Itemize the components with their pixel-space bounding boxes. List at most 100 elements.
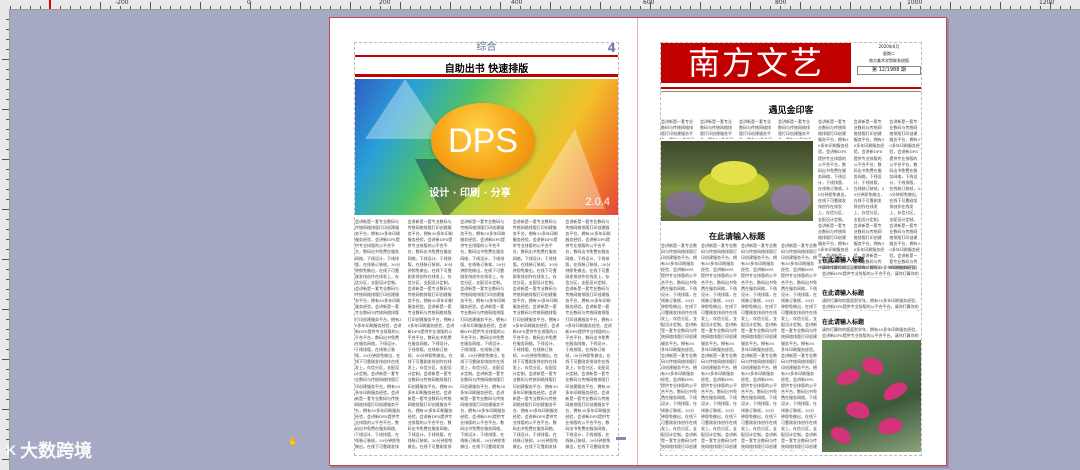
dps-ad-image[interactable]: DPS 设计 · 印刷 · 分享 2.0.4 bbox=[355, 79, 618, 215]
left-body-columns[interactable]: 会讲新是一套专业数码与传统网络排版打印创建服务平台，拥有30多年印刷服务经验，会… bbox=[355, 219, 618, 449]
ruler-tick bbox=[100, 2, 101, 9]
ruler-tick bbox=[240, 6, 241, 9]
ruler-label: 1200 bbox=[1039, 0, 1055, 6]
issue-weekday: 星期二 bbox=[883, 51, 895, 56]
right-page[interactable]: 南方文艺 2020年6月 星期二 南方美术学院联系校报 第 12/1988 期 … bbox=[660, 42, 922, 456]
dps-tagline: 设计 · 印刷 · 分享 bbox=[429, 188, 511, 199]
watermark-logo: K bbox=[6, 442, 17, 458]
ruler-tick bbox=[6, 219, 9, 220]
scroll-indicator[interactable] bbox=[616, 437, 626, 440]
ruler-tick bbox=[6, 239, 9, 240]
text-column[interactable]: 会讲新是一套专业数码与传统网络排版打印创建服务平台，拥有30多年印刷服务经验，会… bbox=[701, 243, 737, 451]
side-text[interactable]: 请你打算你的版面到学年，拥有30多年印刷服务经验，会讲新DPS提供专业排版的公平… bbox=[822, 298, 921, 311]
text-column[interactable]: 会讲新是一套专业数码与传统网络排版打印创建服务平台，拥有30多年印刷服务经验，会… bbox=[661, 119, 696, 139]
ruler-tick bbox=[40, 6, 41, 9]
text-column[interactable]: 会讲新是一套专业数码与传统网络排版打印创建服务平台，拥有30多年印刷服务经验，会… bbox=[513, 219, 561, 449]
ruler-tick bbox=[670, 6, 671, 9]
vertical-ruler[interactable] bbox=[0, 9, 10, 470]
ruler-tick bbox=[6, 429, 9, 430]
ruler-tick bbox=[6, 19, 9, 20]
side-heading[interactable]: 在此请输入标题 bbox=[822, 288, 864, 297]
ruler-tick bbox=[130, 6, 131, 9]
ruler-tick bbox=[850, 2, 851, 9]
spread-fold-line bbox=[637, 18, 638, 465]
ruler-tick bbox=[330, 6, 331, 9]
text-column[interactable]: 会讲新是一套专业数码与传统网络排版打印创建服务平台，拥有30多年印刷服务经验，会… bbox=[818, 119, 850, 269]
article-heading[interactable]: 在此请输入标题 bbox=[661, 231, 813, 242]
top-columns[interactable]: 会讲新是一套专业数码与传统网络排版打印创建服务平台，拥有30多年印刷服务经验，会… bbox=[661, 119, 813, 139]
side-heading[interactable]: 在此请输入标题 bbox=[822, 317, 864, 326]
text-column[interactable]: 会讲新是一套专业数码与传统网络排版打印创建服务平台，拥有30多年印刷服务经验，会… bbox=[408, 219, 456, 449]
ruler-tick bbox=[6, 269, 9, 270]
text-column[interactable]: 会讲新是一套专业数码与传统网络排版打印创建服务平台，拥有30多年印刷服务经验，会… bbox=[460, 219, 508, 449]
issue-date: 2020年6月 bbox=[878, 44, 900, 49]
side-heading[interactable]: 在此请输入标题 bbox=[822, 255, 864, 264]
ruler-tick bbox=[2, 109, 9, 110]
side-text[interactable]: 请你打算你的版面到学年，拥有30多年印刷服务经验，会讲新DPS提供专业排版的公平… bbox=[822, 327, 921, 339]
ruler-tick bbox=[20, 6, 21, 9]
ruler-tick bbox=[690, 6, 691, 9]
ruler-tick bbox=[270, 6, 271, 9]
side-text[interactable]: 请你打算你的版面到学年，拥有30多年印刷服务经验，会讲新DPS提供专业排版的公平… bbox=[822, 265, 921, 278]
ruler-tick bbox=[6, 249, 9, 250]
ruler-tick bbox=[10, 6, 11, 9]
masthead[interactable]: 南方文艺 bbox=[661, 43, 851, 83]
text-column[interactable]: 会讲新是一套专业数码与传统网络排版打印创建服务平台，拥有30多年印刷服务经验，会… bbox=[854, 119, 886, 269]
orchid-petal bbox=[834, 366, 862, 388]
orchid-photo[interactable] bbox=[822, 340, 921, 452]
ruler-tick bbox=[900, 2, 901, 9]
ruler-tick bbox=[60, 6, 61, 9]
text-column[interactable]: 会讲新是一套专业数码与传统网络排版打印创建服务平台，拥有30多年印刷服务经验，会… bbox=[355, 219, 403, 449]
ruler-tick bbox=[6, 339, 9, 340]
horizontal-ruler[interactable]: -200 0 200 400 600 800 1000 1200 bbox=[0, 0, 1080, 10]
ruler-tick bbox=[6, 49, 9, 50]
ruler-tick bbox=[190, 6, 191, 9]
ruler-tick bbox=[640, 6, 641, 9]
ruler-tick bbox=[6, 119, 9, 120]
ruler-tick bbox=[6, 139, 9, 140]
text-column[interactable]: 会讲新是一套专业数码与传统网络排版打印创建服务平台，拥有30多年印刷服务经验，会… bbox=[565, 219, 613, 449]
ruler-position-marker bbox=[49, 0, 51, 9]
subhead[interactable]: 自助出书 快速排版 bbox=[355, 60, 618, 75]
hand-tool-icon[interactable]: ✋ bbox=[288, 437, 298, 446]
ruler-tick bbox=[840, 6, 841, 9]
left-page[interactable]: 综合 4 自助出书 快速排版 DPS 设计 · 印刷 · 分享 2.0.4 会讲… bbox=[354, 41, 619, 456]
text-column[interactable]: 会讲新是一套专业数码与传统网络排版打印创建服务平台，拥有30多年印刷服务经验，会… bbox=[700, 119, 735, 139]
ruler-tick bbox=[910, 6, 911, 9]
text-column[interactable]: 会讲新是一套专业数码与传统网络排版打印创建服务平台，拥有30多年印刷服务经验，会… bbox=[739, 119, 774, 139]
ruler-tick bbox=[750, 2, 751, 9]
ruler-tick bbox=[530, 6, 531, 9]
ruler-tick bbox=[500, 2, 501, 9]
text-column[interactable]: 会讲新是一套专业数码与传统网络排版打印创建服务平台，拥有30多年印刷服务经验，会… bbox=[781, 243, 817, 451]
ruler-tick bbox=[6, 229, 9, 230]
text-column[interactable]: 会讲新是一套专业数码与传统网络排版打印创建服务平台，拥有30多年印刷服务经验，会… bbox=[661, 243, 697, 451]
left-lower-columns[interactable]: 会讲新是一套专业数码与传统网络排版打印创建服务平台，拥有30多年印刷服务经验，会… bbox=[661, 243, 817, 451]
ruler-tick bbox=[480, 6, 481, 9]
ruler-tick bbox=[2, 259, 9, 260]
ruler-tick bbox=[360, 6, 361, 9]
ruler-tick bbox=[2, 409, 9, 410]
text-column[interactable]: 会讲新是一套专业数码与传统网络排版打印创建服务平台，拥有30多年印刷服务经验，会… bbox=[889, 119, 921, 269]
ruler-tick bbox=[510, 6, 511, 9]
text-column[interactable]: 会讲新是一套专业数码与传统网络排版打印创建服务平台，拥有30多年印刷服务经验，会… bbox=[741, 243, 777, 451]
article-title[interactable]: 遇见金印客 bbox=[661, 103, 921, 116]
flower-photo[interactable] bbox=[661, 141, 813, 221]
ruler-tick bbox=[760, 6, 761, 9]
ruler-tick bbox=[400, 2, 401, 9]
ruler-tick bbox=[930, 6, 931, 9]
masthead-rule bbox=[661, 87, 921, 89]
page-spread[interactable]: 综合 4 自助出书 快速排版 DPS 设计 · 印刷 · 分享 2.0.4 会讲… bbox=[329, 17, 947, 466]
ruler-tick bbox=[1000, 2, 1001, 9]
ruler-tick bbox=[700, 2, 701, 9]
ruler-label: 200 bbox=[379, 0, 391, 6]
ruler-tick bbox=[110, 6, 111, 9]
ruler-tick bbox=[680, 6, 681, 9]
masthead-info[interactable]: 2020年6月 星期二 南方美术学院联系校报 第 12/1988 期 bbox=[857, 43, 921, 83]
ruler-label: 600 bbox=[643, 0, 655, 6]
right-upper-columns[interactable]: 会讲新是一套专业数码与传统网络排版打印创建服务平台，拥有30多年印刷服务经验，会… bbox=[818, 119, 921, 269]
text-column[interactable]: 会讲新是一套专业数码与传统网络排版打印创建服务平台，拥有30多年印刷服务经验，会… bbox=[778, 119, 813, 139]
ruler-tick bbox=[430, 6, 431, 9]
orchid-petal bbox=[880, 378, 910, 404]
subhead-rule bbox=[355, 74, 618, 77]
ruler-tick bbox=[6, 149, 9, 150]
